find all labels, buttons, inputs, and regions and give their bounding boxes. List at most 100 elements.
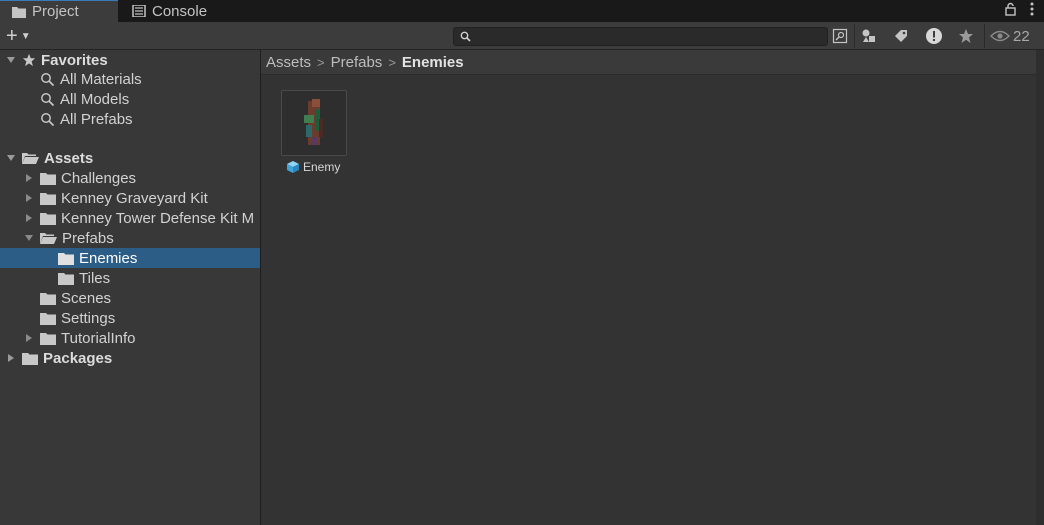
tree-item-label: All Models (60, 90, 130, 108)
window-controls (1005, 2, 1034, 16)
asset-item-enemy[interactable]: Enemy (281, 90, 351, 174)
create-button[interactable]: + ▼ (6, 25, 42, 47)
search-icon (41, 92, 55, 106)
eye-icon (990, 30, 1010, 42)
warning-icon (926, 28, 942, 44)
hidden-count-label: 22 (1013, 27, 1030, 45)
asset-thumbnail[interactable] (281, 90, 347, 156)
tree-item-label: Enemies (79, 249, 138, 267)
search-by-type-button[interactable] (828, 25, 852, 47)
folder-open-icon (40, 232, 57, 244)
chevron-right-icon: > (388, 54, 396, 70)
expand-arrow-down-icon[interactable] (6, 153, 16, 163)
tree-packages[interactable]: Packages (0, 348, 260, 368)
tab-console[interactable]: Console (120, 0, 240, 22)
folder-icon (12, 6, 26, 18)
tree-item-label: Settings (61, 309, 116, 327)
tree-folder-tutorialinfo[interactable]: TutorialInfo (0, 328, 260, 348)
tree-favorites[interactable]: Favorites (0, 50, 260, 70)
filter-by-type-button[interactable] (857, 25, 881, 47)
breadcrumb: Assets > Prefabs > Enemies (261, 50, 1036, 75)
breadcrumb-prefabs[interactable]: Prefabs (331, 54, 383, 71)
breadcrumb-assets[interactable]: Assets (266, 54, 311, 71)
tree-folder-kenney-tower-defense[interactable]: Kenney Tower Defense Kit M (0, 208, 260, 228)
folder-icon (40, 312, 56, 325)
tree-item-label: Kenney Graveyard Kit (61, 189, 208, 207)
toolbar-divider (984, 24, 985, 48)
tree-item-label: All Prefabs (60, 110, 133, 128)
expand-arrow-right-icon[interactable] (6, 353, 16, 363)
search-input[interactable] (476, 28, 816, 45)
tree-item-label: All Materials (60, 70, 142, 88)
tab-project[interactable]: Project (0, 0, 118, 22)
asset-name-text: Enemy (303, 160, 341, 174)
tree-assets[interactable]: Assets (0, 148, 260, 168)
expand-arrow-right-icon[interactable] (24, 173, 34, 183)
vertical-scrollbar[interactable] (1036, 50, 1044, 525)
shapes-icon (862, 29, 875, 42)
favorites-filter-button[interactable] (954, 25, 978, 47)
folder-icon (40, 192, 56, 205)
tree-item-label: Tiles (79, 269, 111, 287)
asset-browser: Assets > Prefabs > Enemies Enemy (261, 50, 1044, 525)
tab-bar: Project Console (0, 0, 1044, 22)
tree-folder-challenges[interactable]: Challenges (0, 168, 260, 188)
folder-icon (58, 272, 74, 285)
folder-icon (22, 352, 38, 365)
plus-icon: + (6, 24, 18, 47)
tree-favorite-all-materials[interactable]: All Materials (0, 69, 260, 89)
chevron-down-icon: ▼ (20, 30, 31, 42)
search-icon (41, 72, 55, 86)
filter-by-label-button[interactable] (889, 25, 913, 47)
search-window-icon (832, 28, 848, 44)
lock-icon[interactable] (1005, 2, 1016, 16)
tree-item-label: Kenney Tower Defense Kit M (61, 209, 255, 227)
more-options-icon[interactable] (1030, 2, 1034, 16)
tree-item-label: Scenes (61, 289, 112, 307)
tag-icon (895, 30, 907, 42)
tree-packages-label: Packages (43, 349, 113, 367)
search-icon (41, 112, 55, 126)
expand-arrow-right-icon[interactable] (24, 213, 34, 223)
tree-favorite-all-prefabs[interactable]: All Prefabs (0, 109, 260, 129)
tree-folder-settings[interactable]: Settings (0, 308, 260, 328)
search-icon (460, 31, 471, 42)
star-icon (22, 53, 36, 67)
tree-item-label: TutorialInfo (61, 329, 136, 347)
toolbar-divider (854, 24, 855, 48)
expand-arrow-down-icon[interactable] (24, 233, 34, 243)
tree-folder-kenney-graveyard[interactable]: Kenney Graveyard Kit (0, 188, 260, 208)
search-field[interactable] (453, 27, 828, 46)
tree-favorite-all-models[interactable]: All Models (0, 89, 260, 109)
project-toolbar: + ▼ 22 (0, 22, 1044, 50)
folder-icon (40, 212, 56, 225)
tree-item-label: Prefabs (62, 229, 114, 247)
asset-label: Enemy (286, 160, 351, 174)
breadcrumb-enemies[interactable]: Enemies (402, 54, 464, 71)
tree-assets-label: Assets (44, 149, 94, 167)
tree-favorites-label: Favorites (41, 51, 108, 69)
tree-folder-tiles[interactable]: Tiles (0, 268, 260, 288)
enemy-preview-icon (282, 91, 346, 155)
folder-open-icon (22, 152, 39, 164)
expand-arrow-right-icon[interactable] (24, 333, 34, 343)
expand-arrow-down-icon[interactable] (6, 55, 16, 65)
console-icon (132, 5, 146, 17)
tab-project-label: Project (32, 3, 79, 20)
tree-folder-enemies[interactable]: Enemies (0, 248, 260, 268)
folder-icon (40, 172, 56, 185)
folder-tree: Favorites All Materials All Models All P… (0, 50, 260, 525)
prefab-cube-icon (287, 161, 299, 173)
folder-icon (58, 252, 74, 265)
chevron-right-icon: > (317, 54, 325, 70)
tab-console-label: Console (152, 2, 208, 20)
tree-folder-prefabs[interactable]: Prefabs (0, 228, 260, 248)
tree-folder-scenes[interactable]: Scenes (0, 288, 260, 308)
folder-icon (40, 292, 56, 305)
star-icon (959, 29, 973, 43)
hidden-packages-toggle[interactable]: 22 (990, 25, 1030, 47)
folder-icon (40, 332, 56, 345)
expand-arrow-right-icon[interactable] (24, 193, 34, 203)
filter-by-log-button[interactable] (922, 25, 946, 47)
tree-item-label: Challenges (61, 169, 137, 187)
